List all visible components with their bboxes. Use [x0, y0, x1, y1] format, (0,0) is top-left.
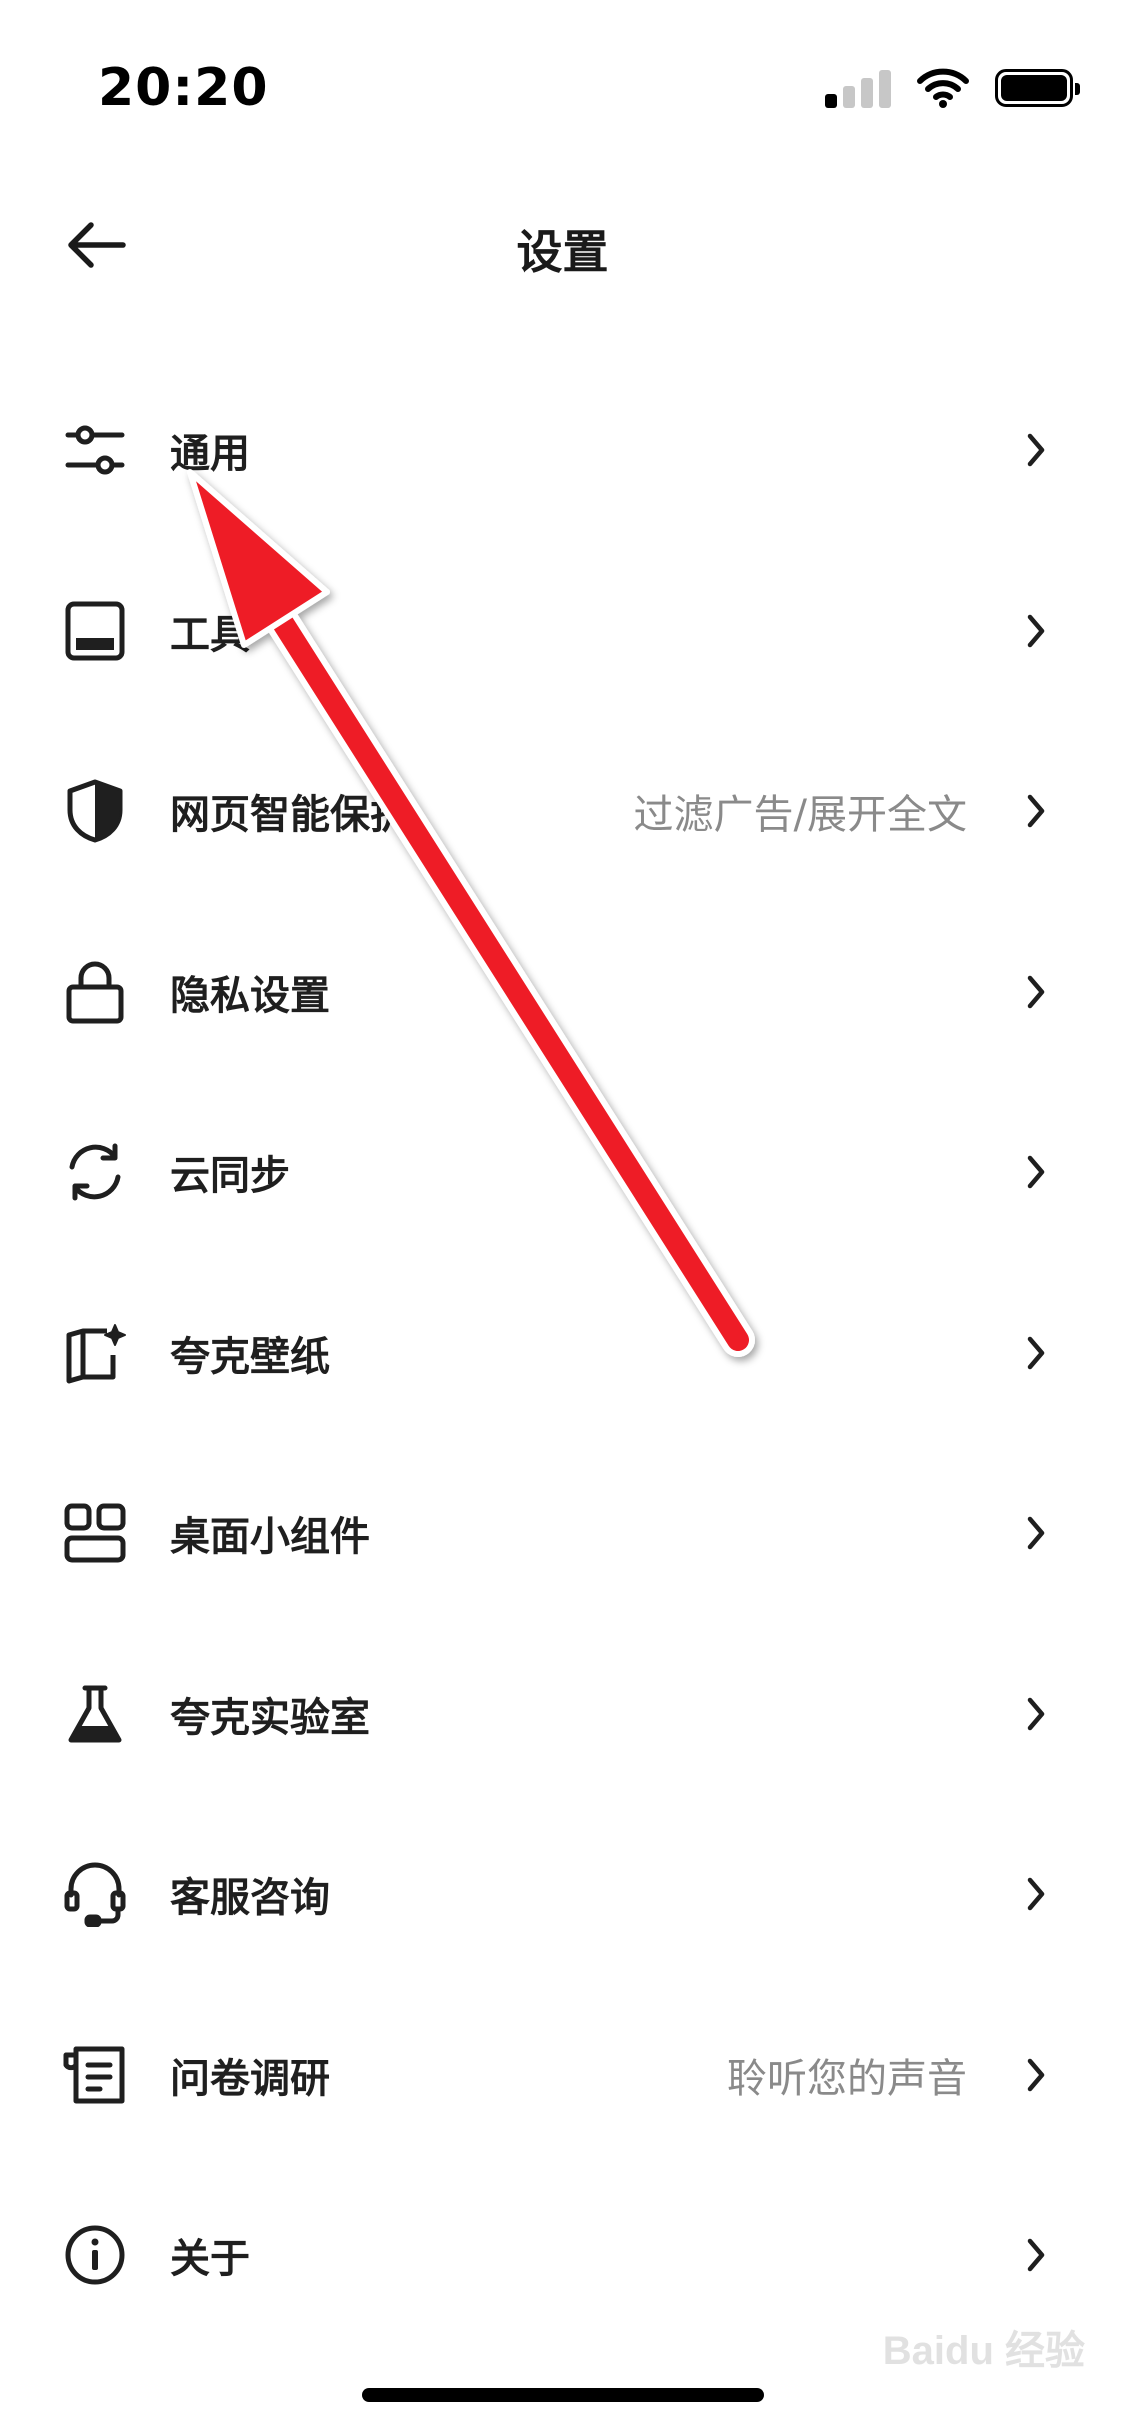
sync-icon	[62, 1139, 128, 1205]
battery-icon	[995, 69, 1080, 107]
chevron-right-icon	[1023, 1333, 1049, 1373]
settings-item-label: 夸克实验室	[170, 1694, 370, 1741]
settings-item-cloud-sync[interactable]: 云同步	[0, 1082, 1125, 1263]
toolbar-icon	[62, 598, 128, 664]
settings-item-privacy[interactable]: 隐私设置	[0, 902, 1125, 1083]
settings-item-label: 问卷调研	[170, 2055, 330, 2102]
settings-item-label: 云同步	[170, 1153, 290, 1200]
settings-item-label: 关于	[170, 2236, 250, 2283]
chevron-right-icon	[1023, 1694, 1049, 1734]
settings-item-web-protection[interactable]: 网页智能保护 过滤广告/展开全文	[0, 721, 1125, 902]
survey-icon	[62, 2042, 128, 2108]
widgets-icon	[62, 1500, 128, 1566]
settings-item-label: 隐私设置	[170, 972, 330, 1019]
settings-item-label: 桌面小组件	[170, 1514, 370, 1561]
settings-item-label: 工具	[170, 611, 250, 658]
chevron-right-icon	[1023, 430, 1049, 470]
settings-item-value: 过滤广告/展开全文	[633, 792, 967, 839]
wallpaper-icon	[62, 1320, 128, 1386]
sliders-icon	[62, 417, 128, 483]
settings-item-survey[interactable]: 问卷调研 聆听您的声音	[0, 1985, 1125, 2166]
chevron-right-icon	[1023, 1874, 1049, 1914]
status-icons	[825, 66, 1080, 110]
chevron-right-icon	[1023, 791, 1049, 831]
settings-item-wallpaper[interactable]: 夸克壁纸	[0, 1263, 1125, 1444]
settings-list: 通用 工具 网页智能保护 过滤广告/展开全文 隐私设置 云同步 夸克壁纸 桌面小…	[0, 360, 1125, 2346]
settings-item-label: 网页智能保护	[170, 792, 410, 839]
chevron-right-icon	[1023, 2235, 1049, 2275]
wifi-icon	[917, 68, 969, 108]
chevron-right-icon	[1023, 972, 1049, 1012]
home-indicator	[362, 2388, 764, 2402]
shield-icon	[62, 778, 128, 844]
status-time: 20:20	[98, 58, 269, 118]
settings-item-label: 夸克壁纸	[170, 1333, 330, 1380]
chevron-right-icon	[1023, 1513, 1049, 1553]
cellular-signal-icon	[825, 68, 891, 108]
settings-item-customer-service[interactable]: 客服咨询	[0, 1804, 1125, 1985]
settings-item-widgets[interactable]: 桌面小组件	[0, 1443, 1125, 1624]
settings-item-tools[interactable]: 工具	[0, 541, 1125, 722]
status-bar: 20:20	[0, 0, 1125, 180]
chevron-right-icon	[1023, 2055, 1049, 2095]
settings-item-label: 客服咨询	[170, 1875, 330, 1922]
lock-icon	[62, 959, 128, 1025]
watermark: Baidu 经验	[882, 2329, 1085, 2373]
flask-icon	[62, 1681, 128, 1747]
settings-item-label: 通用	[170, 431, 250, 478]
chevron-right-icon	[1023, 1152, 1049, 1192]
headset-icon	[62, 1861, 128, 1928]
nav-bar: 设置	[0, 190, 1125, 300]
settings-item-value: 聆听您的声音	[727, 2055, 967, 2102]
settings-item-lab[interactable]: 夸克实验室	[0, 1624, 1125, 1805]
settings-item-general[interactable]: 通用	[0, 360, 1125, 541]
info-icon	[62, 2222, 128, 2288]
chevron-right-icon	[1023, 611, 1049, 651]
page-title: 设置	[516, 225, 609, 279]
